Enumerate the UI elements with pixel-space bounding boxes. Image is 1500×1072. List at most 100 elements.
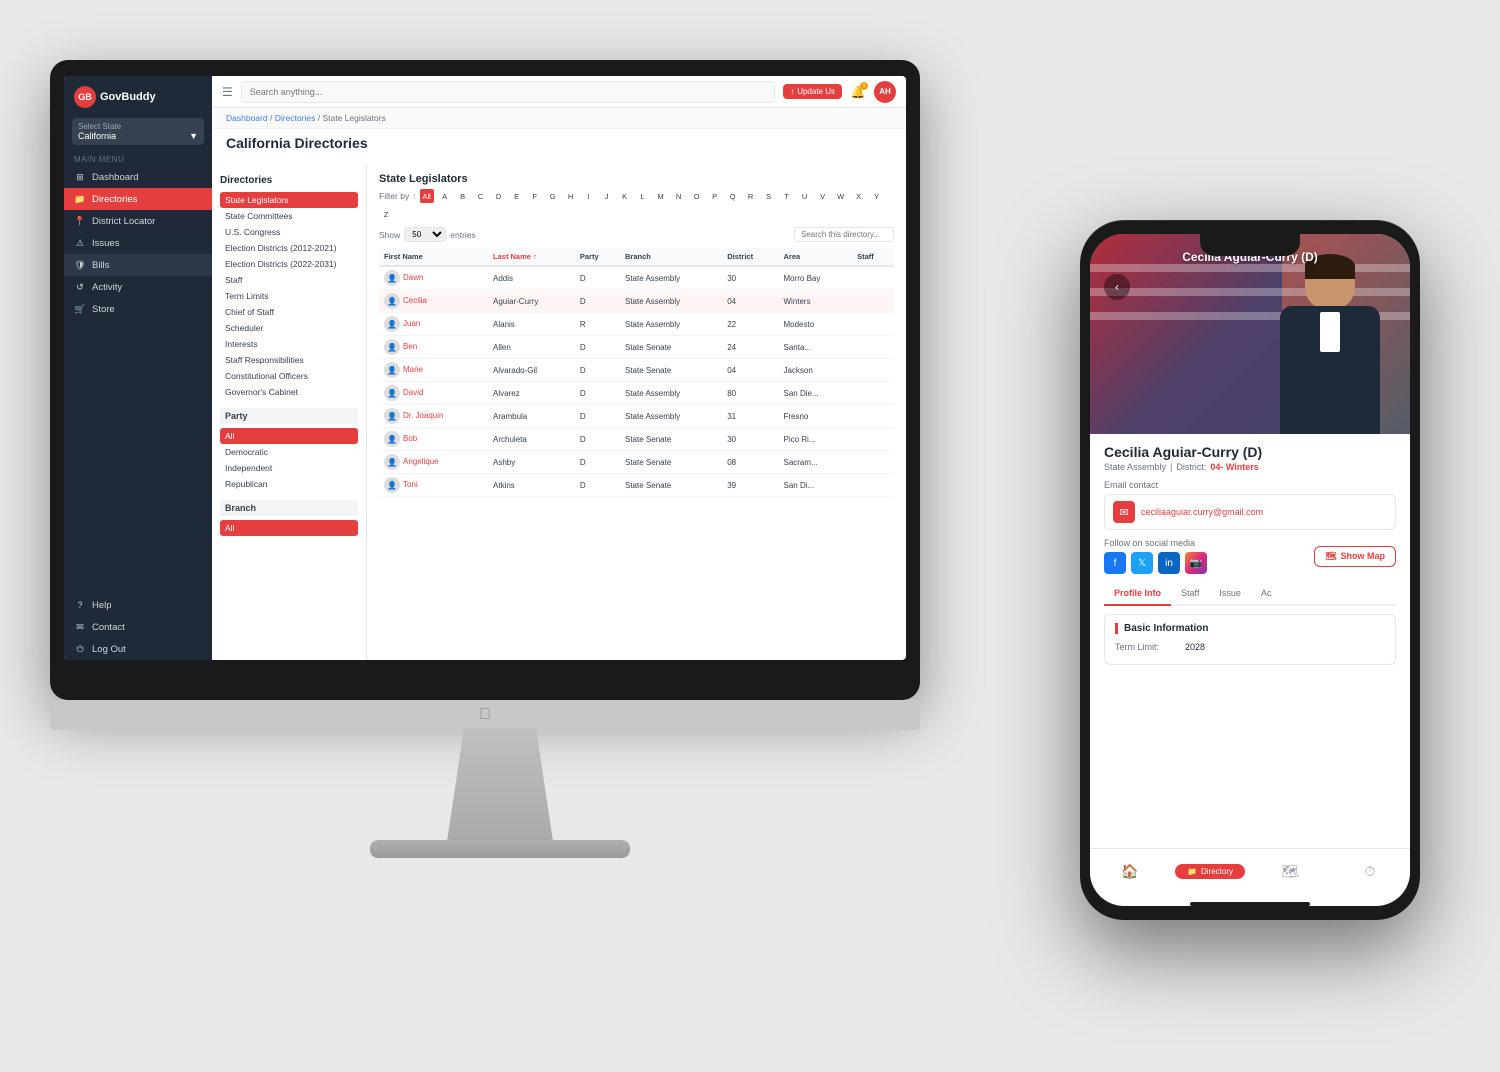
- sidebar-item-store[interactable]: 🛒 Store: [64, 298, 212, 320]
- sidebar-item-dashboard[interactable]: ⊞ Dashboard: [64, 166, 212, 188]
- dir-item-us-congress[interactable]: U.S. Congress: [220, 224, 358, 240]
- sidebar-item-issues[interactable]: ⚠ Issues: [64, 232, 212, 254]
- dir-item-governors-cabinet[interactable]: Governor's Cabinet: [220, 384, 358, 400]
- table-row[interactable]: 👤Toni Atkins D State Senate 39 San Di...: [379, 474, 894, 497]
- instagram-icon[interactable]: 📷: [1185, 552, 1207, 574]
- letter-v[interactable]: V: [816, 189, 830, 203]
- letter-q[interactable]: Q: [726, 189, 740, 203]
- letter-x[interactable]: X: [852, 189, 866, 203]
- sidebar-item-logout[interactable]: ⏻ Log Out: [64, 638, 212, 660]
- table-row[interactable]: 👤Ben Allen D State Senate 24 Santa...: [379, 336, 894, 359]
- linkedin-icon[interactable]: in: [1158, 552, 1180, 574]
- table-row[interactable]: 👤Dr. Joaquin Arambula D State Assembly 3…: [379, 405, 894, 428]
- letter-j[interactable]: J: [600, 189, 614, 203]
- sidebar-item-activity[interactable]: ↺ Activity: [64, 276, 212, 298]
- letter-g[interactable]: G: [546, 189, 560, 203]
- sidebar-item-contact[interactable]: ✉ Contact: [64, 616, 212, 638]
- sidebar-item-help[interactable]: ? Help: [64, 594, 212, 616]
- letter-p[interactable]: P: [708, 189, 722, 203]
- letter-k[interactable]: K: [618, 189, 632, 203]
- col-branch[interactable]: Branch: [620, 248, 722, 266]
- phone-nav-time[interactable]: ⏱: [1359, 861, 1381, 883]
- hamburger-icon[interactable]: ☰: [222, 85, 233, 99]
- letter-all[interactable]: All: [420, 189, 434, 203]
- letter-u[interactable]: U: [798, 189, 812, 203]
- imac-chin: : [50, 700, 920, 730]
- letter-a[interactable]: A: [438, 189, 452, 203]
- col-last-name[interactable]: Last Name ↑: [488, 248, 575, 266]
- directory-search-input[interactable]: [794, 227, 894, 242]
- dir-item-staff-responsibilities[interactable]: Staff Responsibilities: [220, 352, 358, 368]
- dir-item-interests[interactable]: Interests: [220, 336, 358, 352]
- facebook-icon[interactable]: f: [1104, 552, 1126, 574]
- breadcrumb-directories[interactable]: Directories: [275, 113, 316, 123]
- letter-o[interactable]: O: [690, 189, 704, 203]
- phone-nav-map[interactable]: 🗺: [1279, 861, 1301, 883]
- letter-s[interactable]: S: [762, 189, 776, 203]
- tab-more[interactable]: Ac: [1251, 582, 1282, 606]
- sidebar-item-district-locator[interactable]: 📍 District Locator: [64, 210, 212, 232]
- table-row[interactable]: 👤Marie Alvarado-Gil D State Senate 04 Ja…: [379, 359, 894, 382]
- dir-item-state-committees[interactable]: State Committees: [220, 208, 358, 224]
- search-input[interactable]: [241, 81, 775, 103]
- back-button[interactable]: ‹: [1104, 274, 1130, 300]
- letter-w[interactable]: W: [834, 189, 848, 203]
- phone-nav-directory[interactable]: 📁 Directory: [1199, 861, 1221, 883]
- dir-item-election-2022[interactable]: Election Districts (2022-2031): [220, 256, 358, 272]
- dir-item-election-2012[interactable]: Election Districts (2012-2021): [220, 240, 358, 256]
- entries-select[interactable]: 50 25 100: [404, 227, 446, 242]
- dir-item-staff[interactable]: Staff: [220, 272, 358, 288]
- letter-e[interactable]: E: [510, 189, 524, 203]
- col-staff[interactable]: Staff: [852, 248, 894, 266]
- sidebar-item-bills[interactable]: 🛡 Bills: [64, 254, 212, 276]
- table-row[interactable]: 👤Bob Archuleta D State Senate 30 Pico Ri…: [379, 428, 894, 451]
- col-first-name[interactable]: First Name: [379, 248, 488, 266]
- dir-item-constitutional[interactable]: Constitutional Officers: [220, 368, 358, 384]
- col-district[interactable]: District: [722, 248, 778, 266]
- district-link[interactable]: 04- Winters: [1210, 462, 1258, 472]
- show-map-button[interactable]: 🗺 Show Map: [1314, 546, 1396, 567]
- party-independent[interactable]: Independent: [220, 460, 358, 476]
- dir-item-state-legislators[interactable]: State Legislators: [220, 192, 358, 208]
- col-party[interactable]: Party: [575, 248, 620, 266]
- letter-h[interactable]: H: [564, 189, 578, 203]
- dir-item-term-limits[interactable]: Term Limits: [220, 288, 358, 304]
- letter-m[interactable]: M: [654, 189, 668, 203]
- notifications-button[interactable]: 🔔 1: [848, 82, 868, 102]
- breadcrumb-dashboard[interactable]: Dashboard: [226, 113, 268, 123]
- letter-z[interactable]: Z: [379, 207, 393, 221]
- branch-all[interactable]: All: [220, 520, 358, 536]
- letter-d[interactable]: D: [492, 189, 506, 203]
- letter-i[interactable]: I: [582, 189, 596, 203]
- table-row[interactable]: 👤David Alvarez D State Assembly 80 San D…: [379, 382, 894, 405]
- letter-t[interactable]: T: [780, 189, 794, 203]
- letter-b[interactable]: B: [456, 189, 470, 203]
- letter-l[interactable]: L: [636, 189, 650, 203]
- table-row[interactable]: 👤Juan Alanis R State Assembly 22 Modesto: [379, 313, 894, 336]
- letter-c[interactable]: C: [474, 189, 488, 203]
- letter-r[interactable]: R: [744, 189, 758, 203]
- update-button[interactable]: ↑ Update Us: [783, 84, 842, 99]
- col-area[interactable]: Area: [778, 248, 852, 266]
- party-republican[interactable]: Republican: [220, 476, 358, 492]
- party-democratic[interactable]: Democratic: [220, 444, 358, 460]
- letter-f[interactable]: F: [528, 189, 542, 203]
- letter-y[interactable]: Y: [870, 189, 884, 203]
- tab-issue[interactable]: Issue: [1209, 582, 1251, 606]
- tab-staff[interactable]: Staff: [1171, 582, 1209, 606]
- dir-item-chief-of-staff[interactable]: Chief of Staff: [220, 304, 358, 320]
- table-row[interactable]: 👤Angelique Ashby D State Senate 08 Sacra…: [379, 451, 894, 474]
- dir-item-scheduler[interactable]: Scheduler: [220, 320, 358, 336]
- state-selector[interactable]: Select State California ▼: [72, 118, 204, 145]
- twitter-icon[interactable]: 𝕏: [1131, 552, 1153, 574]
- table-row[interactable]: 👤Cecilia Aguiar-Curry D State Assembly 0…: [379, 290, 894, 313]
- social-icons: f 𝕏 in 📷: [1104, 552, 1314, 574]
- user-avatar[interactable]: AH: [874, 81, 896, 103]
- party-all[interactable]: All: [220, 428, 358, 444]
- tab-profile-info[interactable]: Profile Info: [1104, 582, 1171, 606]
- phone-nav-home[interactable]: 🏠: [1119, 861, 1141, 883]
- letter-n[interactable]: N: [672, 189, 686, 203]
- sidebar-item-directories[interactable]: 📁 Directories: [64, 188, 212, 210]
- table-row[interactable]: 👤Dawn Addis D State Assembly 30 Morro Ba…: [379, 266, 894, 290]
- email-address[interactable]: ceciliaaguiar.curry@gmail.com: [1141, 507, 1263, 517]
